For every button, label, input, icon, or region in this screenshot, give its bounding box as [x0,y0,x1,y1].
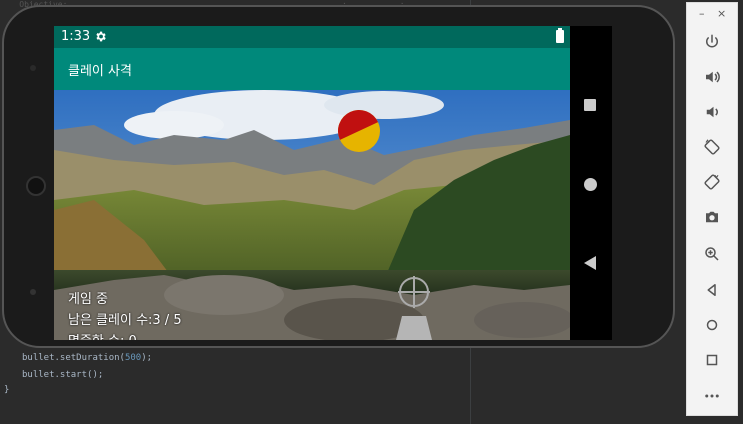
home-icon[interactable] [701,314,723,336]
front-camera [30,65,36,71]
speaker-icon [26,176,46,196]
volume-down-icon[interactable] [701,101,723,123]
device-screen[interactable]: 1:33 클레이 사격 게임 중 남은 클레이 수:3 / 5 [54,26,612,340]
sensor [30,289,36,295]
game-area[interactable]: 게임 중 남은 클레이 수:3 / 5 명중한 수: 0 [54,90,570,340]
code-number: 500 [124,353,142,363]
code-line: } [4,385,10,395]
emulator-device-frame: 1:33 클레이 사격 게임 중 남은 클레이 수:3 / 5 [2,5,675,348]
status-time: 1:33 [61,29,91,44]
window-controls: – × [687,7,737,21]
remaining-clay-label: 남은 클레이 수:3 / 5 [68,313,182,328]
gear-icon [96,31,106,42]
clay-target[interactable] [336,108,382,154]
gun-crosshair-icon[interactable] [388,276,440,340]
more-icon[interactable] [701,385,723,407]
home-icon[interactable] [584,178,597,191]
volume-up-icon[interactable] [701,66,723,88]
code-line: bullet.start(); [22,370,104,380]
minimize-button[interactable]: – [699,7,705,20]
back-icon[interactable] [584,256,596,270]
rotate-left-icon[interactable] [701,136,723,158]
nav-bar [570,26,612,340]
battery-icon [556,28,564,43]
power-icon[interactable] [701,31,723,53]
rotate-right-icon[interactable] [701,171,723,193]
zoom-icon[interactable] [701,243,723,265]
close-button[interactable]: × [717,7,726,20]
code-text: bullet.setDuration( [22,353,125,363]
back-icon[interactable] [701,279,723,301]
code-line: bullet.setDuration(500); [22,353,152,363]
camera-icon[interactable] [701,206,723,228]
game-state-label: 게임 중 [68,292,109,307]
emulator-toolbar: – × [686,2,738,416]
code-text-tail: ); [141,353,153,363]
status-bar: 1:33 [54,26,570,48]
overview-icon[interactable] [701,349,723,371]
hit-count-label: 명중한 수: 0 [68,330,137,340]
app-bar: 클레이 사격 [54,48,570,90]
overview-icon[interactable] [584,99,596,111]
app-title: 클레이 사격 [68,64,132,79]
landscape-background [54,90,570,340]
